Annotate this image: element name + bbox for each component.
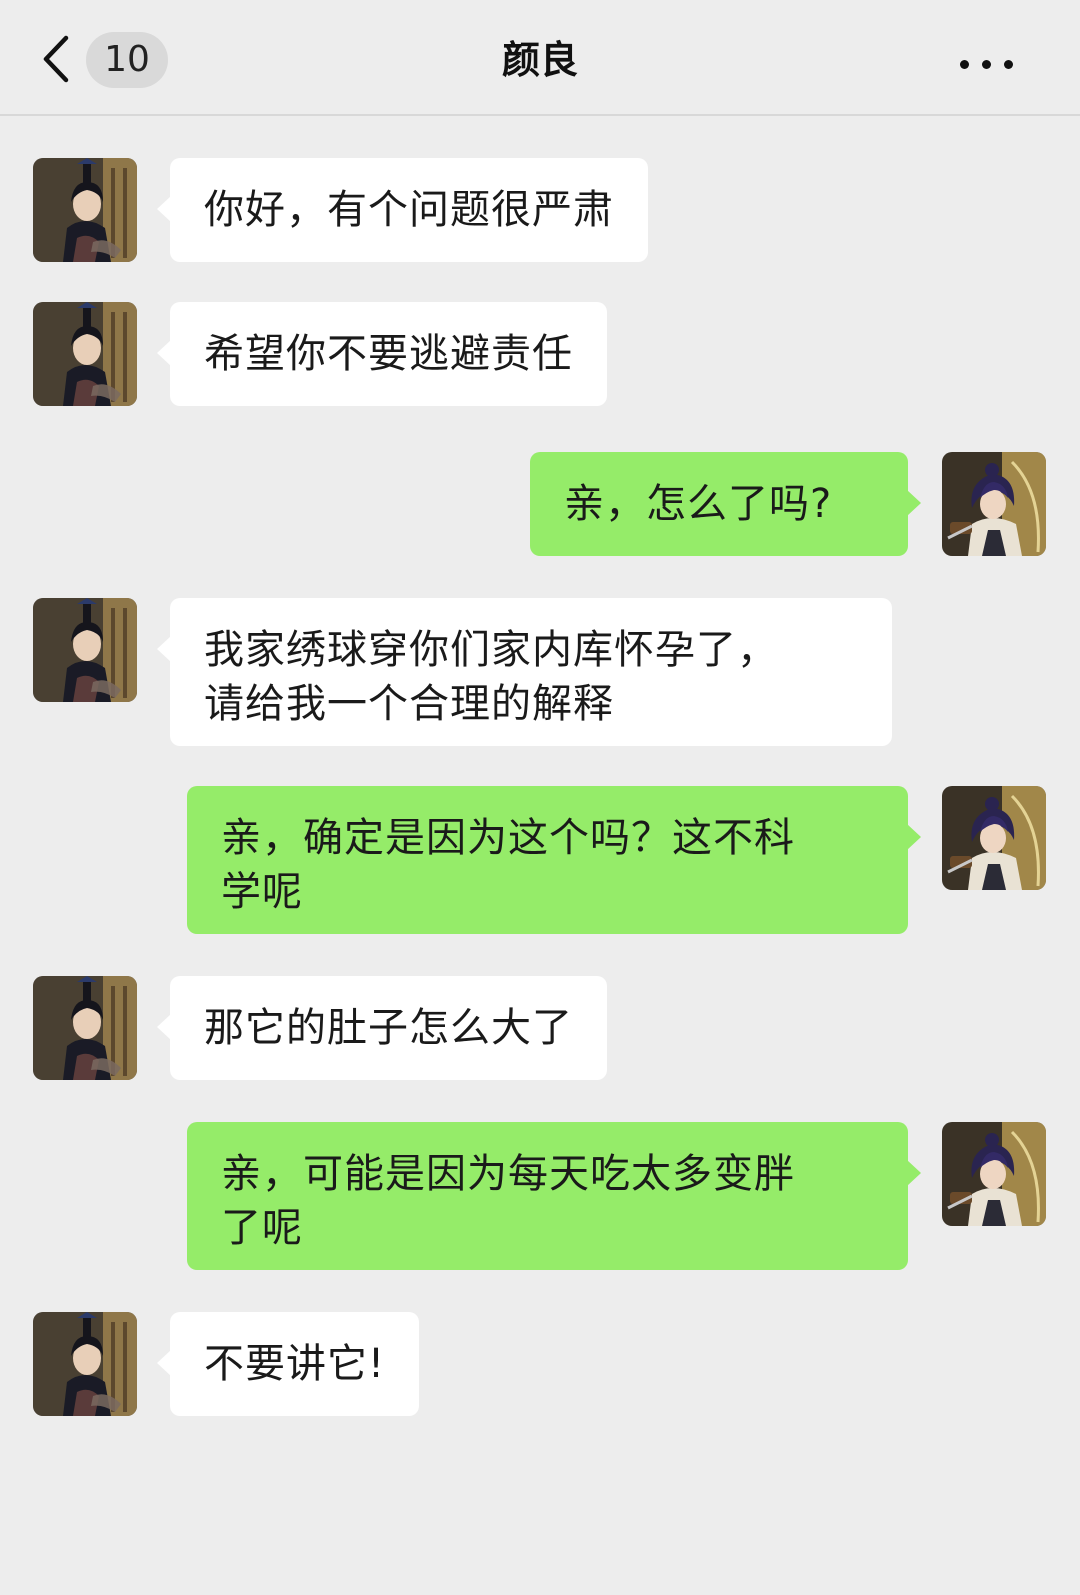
my-avatar[interactable] bbox=[942, 1122, 1046, 1226]
more-dots-icon bbox=[960, 60, 969, 69]
chat-title: 颜良 bbox=[501, 38, 578, 82]
message-bubble[interactable]: 亲，怎么了吗? bbox=[530, 452, 921, 556]
chevron-left-icon bbox=[43, 35, 69, 83]
contact-avatar[interactable] bbox=[33, 158, 137, 262]
more-options-button[interactable] bbox=[960, 40, 1030, 80]
message-bubble[interactable]: 那它的肚子怎么大了 bbox=[157, 976, 607, 1080]
my-avatar[interactable] bbox=[942, 452, 1046, 556]
message-bubble[interactable]: 亲，确定是因为这个吗？这不科 学呢 bbox=[187, 786, 921, 934]
chat-header: 10 颜良 bbox=[0, 0, 1080, 116]
message-bubble[interactable]: 不要讲它! bbox=[156, 1312, 420, 1416]
contact-avatar[interactable] bbox=[33, 1312, 137, 1416]
message-bubble[interactable]: 我家绣球穿你们家内库怀孕了， 请给我一个合理的解释 bbox=[157, 598, 892, 746]
unread-count-badge[interactable]: 10 bbox=[86, 32, 168, 88]
contact-avatar[interactable] bbox=[33, 598, 137, 702]
contact-avatar[interactable] bbox=[33, 976, 137, 1080]
message-bubble[interactable]: 你好，有个问题很严肃 bbox=[157, 158, 648, 262]
message-bubble[interactable]: 希望你不要逃避责任 bbox=[157, 302, 607, 406]
message-bubble[interactable]: 亲，可能是因为每天吃太多变胖 了呢 bbox=[187, 1122, 921, 1270]
my-avatar[interactable] bbox=[942, 786, 1046, 890]
contact-avatar[interactable] bbox=[33, 302, 137, 406]
back-button[interactable] bbox=[38, 34, 74, 84]
